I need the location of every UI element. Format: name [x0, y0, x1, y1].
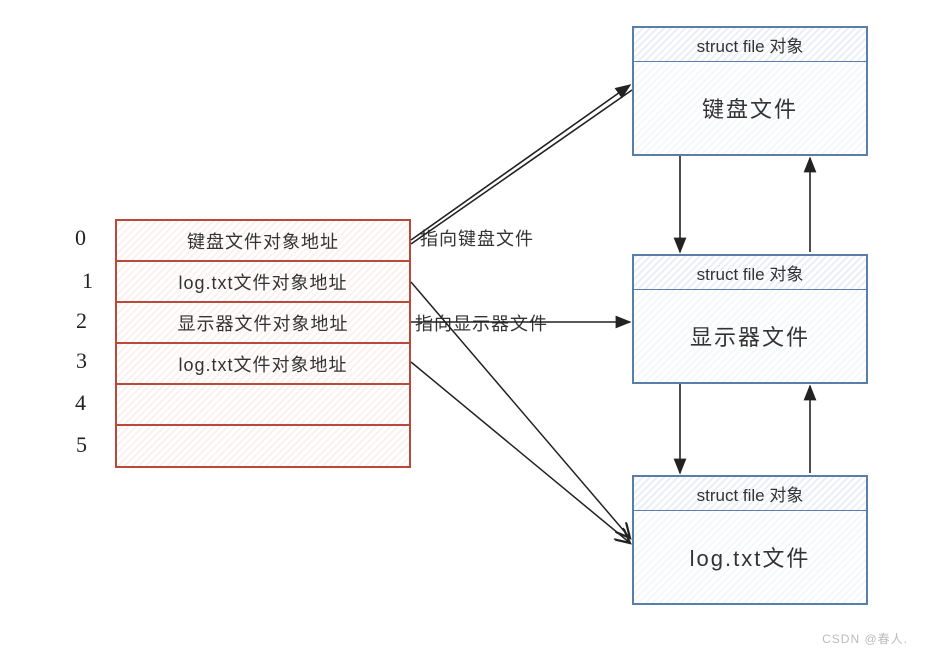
struct-body: log.txt文件: [634, 511, 866, 603]
fd-table: 键盘文件对象地址 log.txt文件对象地址 显示器文件对象地址 log.txt…: [115, 219, 411, 468]
index-1: 1: [82, 268, 93, 294]
struct-header: struct file 对象: [634, 28, 866, 62]
struct-box-keyboard: struct file 对象 键盘文件: [632, 26, 868, 156]
struct-header: struct file 对象: [634, 256, 866, 290]
struct-header: struct file 对象: [634, 477, 866, 511]
table-row: 显示器文件对象地址: [115, 301, 411, 342]
index-0: 0: [75, 225, 86, 251]
struct-body: 键盘文件: [634, 62, 866, 154]
struct-body: 显示器文件: [634, 290, 866, 382]
watermark: CSDN @春人.: [822, 630, 908, 647]
table-row: [115, 424, 411, 468]
index-4: 4: [75, 390, 86, 416]
table-row: 键盘文件对象地址: [115, 219, 411, 260]
table-row: [115, 383, 411, 424]
arrow-label-keyboard: 指向键盘文件: [420, 225, 534, 251]
struct-box-display: struct file 对象 显示器文件: [632, 254, 868, 384]
table-row: log.txt文件对象地址: [115, 342, 411, 383]
index-2: 2: [76, 308, 87, 334]
arrow-label-display: 指向显示器文件: [415, 310, 548, 336]
index-3: 3: [76, 348, 87, 374]
struct-box-logtxt: struct file 对象 log.txt文件: [632, 475, 868, 605]
index-5: 5: [76, 432, 87, 458]
table-row: log.txt文件对象地址: [115, 260, 411, 301]
